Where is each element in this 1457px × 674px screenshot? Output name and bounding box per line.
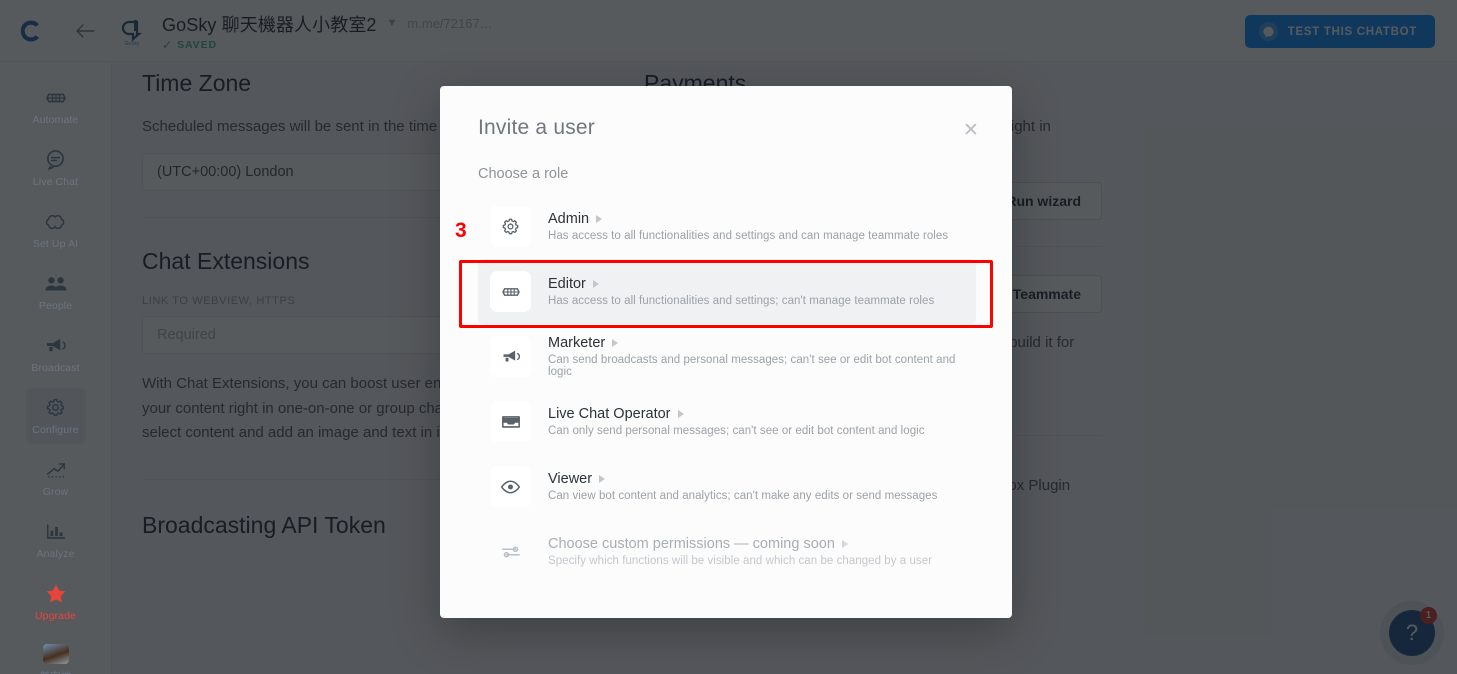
- role-name: Viewer: [548, 471, 593, 487]
- sidebar-item-label: Upgrade: [35, 609, 76, 622]
- expand-caret-icon[interactable]: [592, 280, 599, 288]
- role-description: Can send broadcasts and personal message…: [548, 354, 956, 378]
- role-name: Admin: [548, 211, 590, 227]
- sliders-icon: [490, 531, 531, 572]
- annotation-step-number: 3: [455, 219, 467, 242]
- sidebar-item-label: 普宥愷: [40, 669, 72, 674]
- grow-icon: [45, 459, 67, 481]
- sidebar-item-label: Live Chat: [32, 175, 79, 188]
- role-option-live-chat-operator[interactable]: Live Chat Operator Can only send persona…: [478, 389, 976, 454]
- configure-gear-icon: [45, 397, 66, 419]
- role-option-viewer[interactable]: Viewer Can view bot content and analytic…: [478, 454, 976, 519]
- sidebar-item-label: People: [38, 299, 73, 312]
- expand-caret-icon[interactable]: [599, 475, 606, 483]
- analyze-icon: [45, 521, 67, 543]
- inbox-tray-icon: [490, 401, 531, 442]
- modal-title: Invite a user: [478, 116, 595, 139]
- role-description: Can only send personal messages; can't s…: [548, 425, 925, 437]
- sidebar-item-label: Automate: [32, 113, 79, 126]
- role-name: Editor: [548, 276, 586, 292]
- live-chat-icon: [45, 149, 66, 171]
- eye-icon: [490, 466, 531, 507]
- sidebar-item-label: Broadcast: [31, 361, 80, 374]
- expand-caret-icon[interactable]: [677, 410, 684, 418]
- role-description: Has access to all functionalities and se…: [548, 230, 949, 242]
- gear-icon: [490, 206, 531, 247]
- role-list: Admin Has access to all functionalities …: [478, 194, 976, 584]
- role-option-marketer[interactable]: Marketer Can send broadcasts and persona…: [478, 324, 976, 389]
- role-option-admin[interactable]: Admin Has access to all functionalities …: [478, 194, 976, 259]
- role-option-custom-permissions: Choose custom permissions — coming soon …: [478, 519, 976, 584]
- sidebar-item-label: Set Up AI: [32, 237, 79, 250]
- broadcast-icon: [44, 335, 67, 357]
- expand-caret-icon[interactable]: [612, 339, 619, 347]
- people-icon: [44, 273, 68, 295]
- upgrade-star-icon: [45, 583, 67, 605]
- expand-caret-icon[interactable]: [596, 215, 603, 223]
- sidebar-item-label: Configure: [32, 423, 79, 436]
- honeycomb-icon: [490, 271, 531, 312]
- role-name: Choose custom permissions — coming soon: [548, 536, 835, 552]
- expand-caret-icon: [841, 540, 848, 548]
- role-name: Live Chat Operator: [548, 406, 671, 422]
- role-description: Has access to all functionalities and se…: [548, 295, 935, 307]
- sidebar-item-label: Analyze: [36, 547, 75, 560]
- megaphone-icon: [490, 336, 531, 377]
- set-up-ai-icon: [45, 211, 67, 233]
- app-root: GoSky GoSky 聊天機器人小教室2 ▼ m.me/72167… ✓ SA…: [0, 0, 1457, 674]
- invite-a-user-modal: Invite a user ✕ Choose a role Admin Has …: [440, 86, 1012, 618]
- sidebar-item-label: Grow: [42, 485, 69, 498]
- close-icon[interactable]: ✕: [960, 119, 982, 141]
- role-option-editor[interactable]: Editor Has access to all functionalities…: [478, 259, 976, 324]
- role-name: Marketer: [548, 335, 606, 351]
- role-description: Can view bot content and analytics; can'…: [548, 490, 938, 502]
- user-avatar: [42, 644, 69, 664]
- choose-a-role-label: Choose a role: [478, 166, 569, 182]
- role-description: Specify which functions will be visible …: [548, 555, 933, 567]
- automate-icon: [45, 87, 67, 109]
